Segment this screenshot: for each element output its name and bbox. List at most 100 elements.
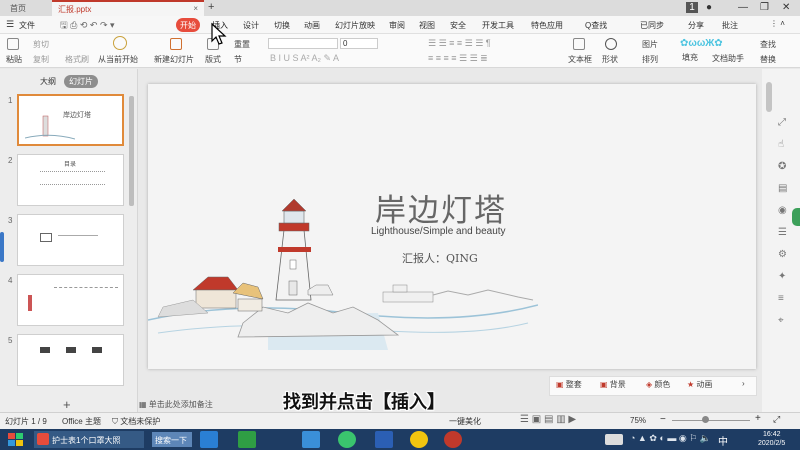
- menu-special[interactable]: 特色应用: [531, 20, 563, 31]
- find-button[interactable]: 查找: [760, 39, 776, 50]
- fill-button[interactable]: 填充: [682, 52, 698, 63]
- quick-access-icons[interactable]: 🖫 ⎙ ⟲ ↶ ↷ ▾: [60, 18, 115, 34]
- sidebar-tool-icons[interactable]: ⤢ ☝ ✪ ▤ ◉ ☰ ⚙ ✦ ≡ ⌖: [778, 112, 787, 332]
- zoom-slider[interactable]: [672, 420, 750, 421]
- search-box[interactable]: Q查找: [585, 20, 607, 31]
- paste-icon[interactable]: [7, 38, 19, 50]
- reset-button[interactable]: 重置: [234, 39, 250, 50]
- menu-view[interactable]: 视图: [419, 20, 435, 31]
- sync-status[interactable]: 已同步: [640, 20, 664, 31]
- slide-thumbnail-1[interactable]: 岸边灯塔: [17, 94, 124, 146]
- close-window-icon[interactable]: ✕: [782, 2, 790, 13]
- annotate-button[interactable]: 批注: [722, 20, 738, 31]
- recorder-icon[interactable]: [444, 431, 462, 448]
- font-format-icons[interactable]: B I U S A² A₂ ✎ A: [270, 53, 339, 64]
- keyboard-icon[interactable]: [605, 434, 623, 445]
- search-input[interactable]: 搜索一下: [152, 432, 192, 447]
- arrange-button[interactable]: 排列: [642, 54, 658, 65]
- copy-button[interactable]: 复制: [33, 54, 49, 65]
- minimize-icon[interactable]: —: [738, 2, 748, 13]
- tab-slides[interactable]: 幻灯片: [64, 75, 98, 88]
- thumbnail-scrollbar[interactable]: [129, 96, 134, 206]
- textbox-button[interactable]: 文本框: [568, 54, 592, 65]
- slide-scrollbar[interactable]: [766, 82, 772, 112]
- slide-title[interactable]: 岸边灯塔: [375, 185, 507, 230]
- zoom-slider-thumb[interactable]: [702, 416, 709, 423]
- tray-icons[interactable]: ◔ ▲ ✿ ◐ ▬ ◉ ⚐ 🔈: [630, 433, 711, 444]
- animation-button[interactable]: ★ 动画: [687, 379, 712, 395]
- zoom-level[interactable]: 75%: [630, 416, 646, 425]
- zoom-in-icon[interactable]: +: [755, 413, 761, 424]
- cut-button[interactable]: 剪切: [33, 39, 49, 50]
- tab-outline[interactable]: 大纲: [40, 76, 56, 87]
- menu-start[interactable]: 开始: [176, 18, 200, 32]
- ime-indicator[interactable]: 中: [718, 433, 728, 448]
- cloud-icon[interactable]: [302, 431, 320, 448]
- protect-icon: ⛉: [112, 417, 121, 426]
- section-button[interactable]: 节: [234, 54, 242, 65]
- textbox-icon[interactable]: [573, 38, 585, 50]
- tab-document[interactable]: 汇报.pptx ×: [52, 0, 204, 16]
- avatar[interactable]: ●: [706, 2, 712, 13]
- add-slide-icon[interactable]: +: [63, 397, 71, 412]
- theme-name[interactable]: Office 主题: [62, 416, 101, 427]
- play-icon[interactable]: [113, 36, 127, 50]
- font-name-combo[interactable]: [268, 38, 338, 49]
- align-icons[interactable]: ≡ ≡ ≡ ≡ ☰ ☰ ≣: [428, 53, 488, 64]
- slide-thumbnail-3[interactable]: [17, 214, 124, 266]
- restore-icon[interactable]: ❐: [760, 2, 769, 13]
- spreadsheet-icon[interactable]: [238, 431, 256, 448]
- taskbar-app-item[interactable]: 护士表1个口罩大照: [34, 431, 144, 448]
- shape-icon[interactable]: [605, 38, 617, 50]
- text-tool-button[interactable]: 文档助手: [712, 53, 744, 64]
- new-tab-icon[interactable]: +: [208, 1, 214, 13]
- menu-review[interactable]: 审阅: [389, 20, 405, 31]
- from-current-button[interactable]: 从当前开始: [98, 54, 138, 65]
- fit-window-icon[interactable]: ⤢: [773, 414, 780, 425]
- menu-slideshow[interactable]: 幻灯片放映: [335, 20, 375, 31]
- paste-button[interactable]: 粘贴: [6, 54, 22, 65]
- menu-file[interactable]: 文件: [19, 20, 35, 31]
- zoom-out-icon[interactable]: −: [660, 414, 666, 425]
- protect-status[interactable]: ⛉ 文档未保护: [112, 416, 160, 427]
- layout-button[interactable]: 版式: [205, 54, 221, 65]
- chat-icon[interactable]: [338, 431, 356, 448]
- chevron-right-icon[interactable]: ›: [742, 379, 745, 395]
- panel-collapse-handle[interactable]: [0, 232, 4, 262]
- background-button[interactable]: ▣ 背景: [600, 379, 626, 395]
- menu-transition[interactable]: 切换: [274, 20, 290, 31]
- picture-button[interactable]: 图片: [642, 39, 658, 50]
- menu-design[interactable]: 设计: [243, 20, 259, 31]
- new-slide-button[interactable]: 新建幻灯片: [154, 54, 194, 65]
- menu-animation[interactable]: 动画: [304, 20, 320, 31]
- replace-button[interactable]: 替换: [760, 54, 776, 65]
- color-button[interactable]: ◈ 颜色: [646, 379, 670, 395]
- close-tab-icon[interactable]: ×: [193, 4, 198, 13]
- format-painter-button[interactable]: 格式刷: [65, 54, 89, 65]
- thumb-content: [92, 347, 102, 353]
- share-button[interactable]: 分享: [688, 20, 704, 31]
- menu-developer[interactable]: 开发工具: [482, 20, 514, 31]
- new-slide-icon[interactable]: [170, 38, 182, 50]
- slide-subtitle[interactable]: Lighthouse/Simple and beauty: [371, 226, 506, 237]
- ie-browser-icon[interactable]: [200, 431, 218, 448]
- notes-placeholder: 单击此处添加备注: [148, 400, 213, 409]
- floating-tool-handle[interactable]: [792, 208, 800, 226]
- beautify-button[interactable]: 一键美化: [449, 416, 481, 427]
- tab-home[interactable]: 首页: [0, 0, 40, 16]
- more-icon[interactable]: ⋮ ˄: [770, 19, 785, 28]
- slide-thumbnail-4[interactable]: [17, 274, 124, 326]
- font-size-combo[interactable]: 0: [340, 38, 378, 49]
- shape-button[interactable]: 形状: [602, 54, 618, 65]
- view-mode-icons[interactable]: ☰ ▣ ▤ ▥ ▶: [520, 414, 576, 425]
- slide-thumbnail-5[interactable]: [17, 334, 124, 386]
- paragraph-icons[interactable]: ☰ ☰ ≡ ≡ ☰ ☰ ¶: [428, 38, 491, 49]
- writer-icon[interactable]: [375, 431, 393, 448]
- menu-icon[interactable]: ☰: [6, 19, 14, 30]
- chrome-icon[interactable]: [410, 431, 428, 448]
- menu-security[interactable]: 安全: [450, 20, 466, 31]
- slide-thumbnail-2[interactable]: 目录: [17, 154, 124, 206]
- suite-button[interactable]: ▣ 整套: [556, 379, 582, 395]
- slide-reporter[interactable]: 汇报人：QING: [402, 250, 478, 266]
- windows-start-icon[interactable]: [6, 431, 26, 448]
